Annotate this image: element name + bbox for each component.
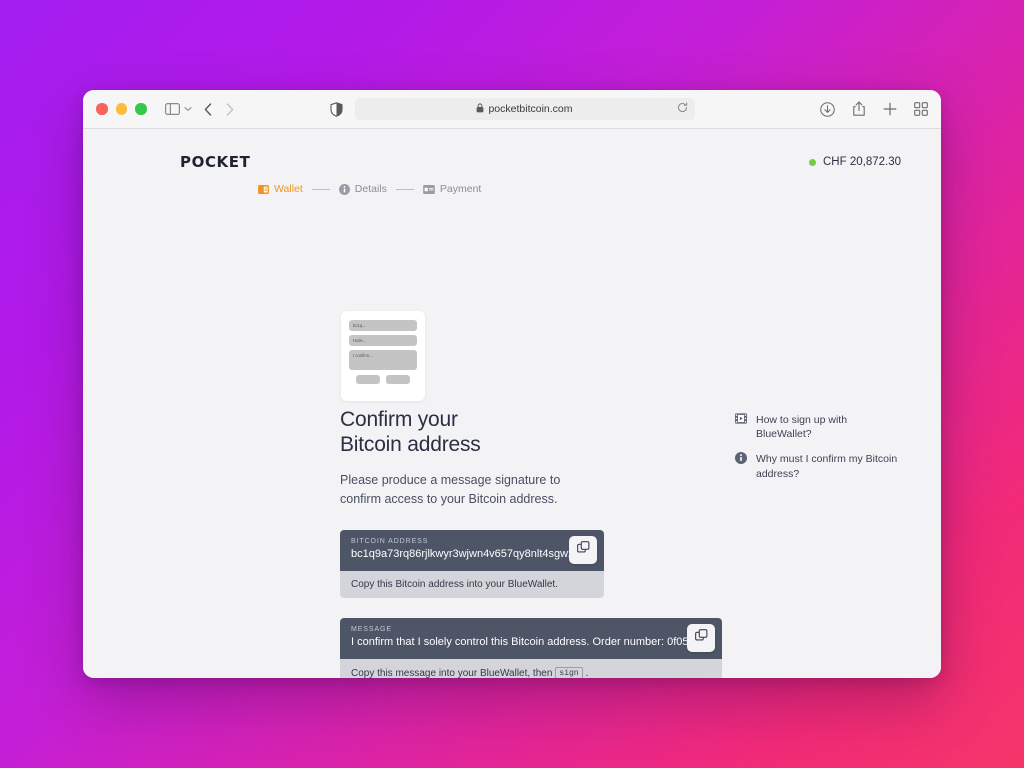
step-divider-2 (395, 188, 414, 191)
illustration-bar-signature: Hxde... (349, 335, 417, 346)
video-icon (735, 413, 747, 428)
illustration-bar-message: I confirm... (349, 350, 417, 370)
step-label-wallet: Wallet (274, 183, 303, 196)
bitcoin-address-label: BITCOIN ADDRESS (351, 537, 429, 545)
message-value-box: MESSAGE I confirm that I solely control … (340, 617, 722, 659)
step-divider-1 (311, 188, 330, 191)
step-label-payment: Payment (439, 183, 482, 196)
pocket-logo[interactable]: POCKET (180, 153, 250, 171)
info-icon (338, 184, 350, 195)
bitcoin-address-value-box: BITCOIN ADDRESS bc1q9a73rq86rjlkwyr3wjwn… (340, 529, 604, 571)
copy-bitcoin-address-button[interactable] (569, 535, 597, 564)
url-text: pocketbitcoin.com (488, 103, 573, 115)
back-button[interactable] (204, 102, 212, 116)
wallet-illustration: bc1q... Hxde... I confirm... (341, 311, 425, 401)
bitcoin-address-value: bc1q9a73rq86rjlkwyr3wjwn4v657qy8nlt4sgwz… (351, 547, 588, 560)
balance-indicator: CHF 20,872.30 (809, 156, 901, 168)
page-content: POCKET CHF 20,872.30 Wallet Details Paym… (83, 129, 941, 678)
card-icon (423, 185, 435, 194)
message-hint-text: Copy this message into your BlueWallet, … (351, 668, 553, 678)
step-wallet[interactable]: Wallet (258, 184, 303, 195)
sign-code-chip: sign (555, 666, 583, 678)
new-tab-icon[interactable] (883, 102, 897, 116)
help-link-label: How to sign up with BlueWallet? (756, 414, 848, 441)
site-header: POCKET CHF 20,872.30 (83, 129, 941, 171)
info-icon (735, 452, 747, 468)
illustration-bar-address: bc1q... (349, 320, 417, 331)
status-dot-icon (809, 158, 816, 166)
forward-button[interactable] (226, 102, 234, 116)
share-icon[interactable] (852, 101, 866, 117)
help-link-label: Why must I confirm my Bitcoin address? (756, 453, 898, 480)
download-icon[interactable] (820, 101, 835, 117)
bitcoin-address-hint-text: Copy this Bitcoin address into your Blue… (351, 578, 558, 590)
illustration-button-1 (356, 375, 380, 384)
copy-icon (694, 628, 708, 647)
page-subtitle: Please produce a message signature to co… (340, 473, 561, 506)
wallet-icon (258, 185, 269, 194)
copy-icon (576, 540, 590, 559)
help-links: How to sign up with BlueWallet? Why must… (735, 413, 920, 492)
browser-toolbar: pocketbitcoin.com (83, 90, 941, 129)
minimize-window-button[interactable] (115, 103, 127, 115)
message-hint-suffix: . (585, 668, 589, 678)
step-label-details: Details (354, 183, 387, 196)
message-hint: Copy this message into your BlueWallet, … (340, 658, 722, 678)
balance-amount: CHF 20,872.30 (823, 156, 901, 168)
page-title: Confirm your Bitcoin address (340, 408, 481, 457)
help-link-why-confirm[interactable]: Why must I confirm my Bitcoin address? (735, 452, 920, 480)
message-field: MESSAGE I confirm that I solely control … (340, 617, 722, 678)
close-window-button[interactable] (96, 103, 108, 115)
bitcoin-address-field: BITCOIN ADDRESS bc1q9a73rq86rjlkwyr3wjwn… (340, 529, 604, 598)
step-details[interactable]: Details (338, 183, 387, 196)
main-content: Confirm your Bitcoin address Please prod… (83, 407, 941, 678)
step-payment[interactable]: Payment (423, 184, 481, 195)
browser-window: pocketbitcoin.com POCKET CHF 20,872.30 W… (83, 90, 941, 678)
message-label: MESSAGE (351, 625, 392, 633)
sidebar-toggle-icon[interactable] (164, 103, 180, 115)
chevron-down-icon[interactable] (183, 106, 192, 112)
illustration-buttons (349, 375, 417, 384)
help-link-bluewallet-signup[interactable]: How to sign up with BlueWallet? (735, 413, 920, 441)
privacy-shield-icon[interactable] (329, 101, 343, 117)
bitcoin-address-hint: Copy this Bitcoin address into your Blue… (340, 570, 604, 598)
checkout-stepper: Wallet Details Payment (83, 171, 941, 195)
message-value: I confirm that I solely control this Bit… (351, 635, 711, 648)
lock-icon (476, 102, 484, 116)
address-bar[interactable]: pocketbitcoin.com (354, 98, 695, 120)
copy-message-button[interactable] (687, 623, 715, 652)
reload-icon[interactable] (677, 102, 688, 116)
tab-overview-icon[interactable] (914, 102, 928, 116)
navigation-buttons (204, 102, 234, 116)
window-controls (96, 103, 147, 115)
toolbar-actions (820, 101, 928, 117)
maximize-window-button[interactable] (135, 103, 147, 115)
sidebar-controls (164, 103, 192, 115)
illustration-button-2 (386, 375, 410, 384)
